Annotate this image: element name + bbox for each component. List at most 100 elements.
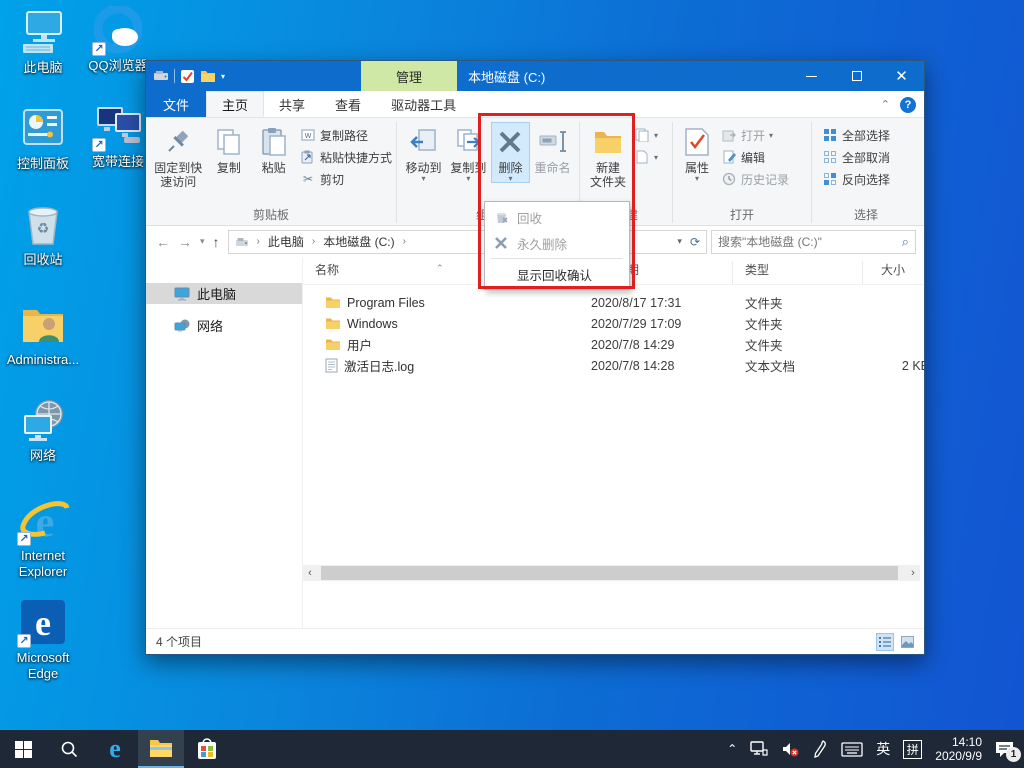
window-title: 本地磁盘 (C:) <box>468 69 546 85</box>
paste-shortcut-button[interactable]: 粘贴快捷方式 <box>300 147 392 167</box>
select-none-button[interactable]: 全部取消 <box>822 147 890 167</box>
clock-date: 2020/9/9 <box>935 749 982 763</box>
tray-chevron-up-icon[interactable]: ⌃ <box>727 742 737 756</box>
tab-file[interactable]: 文件 <box>146 91 207 117</box>
search-box[interactable]: ⌕ <box>711 229 916 254</box>
back-icon[interactable]: ← <box>156 234 170 250</box>
new-item-button[interactable]: ▾ <box>634 147 658 167</box>
tab-drive-tools[interactable]: 驱动器工具 <box>376 91 471 117</box>
help-icon[interactable]: ? <box>900 96 916 113</box>
delete-button[interactable]: 删除 ▾ <box>490 122 531 183</box>
search-input[interactable] <box>718 234 902 249</box>
menu-item-permanent-delete[interactable]: 永久删除 <box>485 230 629 256</box>
group-open: 属性 ▾ 打开 ▾ 编辑 历史记录 打开 <box>673 120 811 225</box>
file-row[interactable]: 用户 2020/7/8 14:29 文件夹 <box>303 334 924 355</box>
desktop-icon-this-pc[interactable]: 此电脑 <box>0 8 86 76</box>
scrollbar-thumb[interactable] <box>321 566 898 580</box>
action-center-icon[interactable]: 1 <box>995 741 1021 762</box>
file-row[interactable]: Program Files 2020/8/17 17:31 文件夹 <box>303 292 924 313</box>
volume-muted-icon[interactable] <box>781 741 799 757</box>
maximize-button[interactable] <box>834 61 879 91</box>
history-button[interactable]: 历史记录 <box>721 169 789 189</box>
move-to-button[interactable]: 移动到 ▾ <box>401 122 446 183</box>
breadcrumb-this-pc[interactable]: 此电脑 <box>268 233 304 250</box>
rename-button[interactable]: 重命名 <box>530 122 575 175</box>
minimize-button[interactable] <box>789 61 834 91</box>
taskbar-edge-button[interactable]: e <box>92 730 138 768</box>
address-field[interactable]: › 此电脑 › 本地磁盘 (C:) › ▾ ⟳ <box>227 229 707 254</box>
cut-icon: ✂ <box>302 172 314 186</box>
tab-share[interactable]: 共享 <box>264 91 320 117</box>
network-tray-icon[interactable] <box>750 741 768 757</box>
network-icon <box>19 396 67 444</box>
taskbar-explorer-button[interactable] <box>138 730 184 768</box>
paste-button[interactable]: 粘贴 <box>251 122 296 175</box>
desktop-icon-control-panel[interactable]: 控制面板 <box>0 104 86 172</box>
ime-pinyin-indicator[interactable]: 拼 <box>903 739 923 759</box>
cut-button[interactable]: ✂ 剪切 <box>300 169 392 189</box>
edit-button[interactable]: 编辑 <box>721 147 789 167</box>
large-icons-view-button[interactable] <box>898 633 916 651</box>
status-bar: 4 个项目 <box>146 628 924 654</box>
desktop-icon-network[interactable]: 网络 <box>0 396 86 464</box>
search-icon[interactable]: ⌕ <box>902 234 909 250</box>
copy-path-button[interactable]: W 复制路径 <box>300 125 392 145</box>
forward-icon[interactable]: → <box>178 234 192 250</box>
scroll-left-icon[interactable]: ‹ <box>303 567 317 579</box>
details-view-button[interactable] <box>876 633 894 651</box>
file-row[interactable]: Windows 2020/7/29 17:09 文件夹 <box>303 313 924 334</box>
desktop-icon-microsoft-edge[interactable]: e ↗ Microsoft Edge <box>0 598 86 682</box>
breadcrumb-local-disk[interactable]: 本地磁盘 (C:) <box>323 233 394 250</box>
shortcut-arrow-icon: ↗ <box>17 532 31 546</box>
new-folder-icon <box>592 126 624 158</box>
new-folder-quick-icon[interactable] <box>200 69 216 83</box>
menu-item-show-recycle-confirmation[interactable]: 显示回收确认 <box>485 261 629 287</box>
taskbar-clock[interactable]: 14:10 2020/9/9 <box>935 735 982 763</box>
address-history-caret-icon[interactable]: ▾ <box>677 236 682 247</box>
network-small-icon <box>174 319 190 333</box>
pin-to-quick-access-button[interactable]: 固定到快 速访问 <box>150 122 206 189</box>
scroll-right-icon[interactable]: › <box>906 567 920 579</box>
nav-item-network[interactable]: 网络 <box>146 315 302 336</box>
invert-selection-icon <box>822 171 838 187</box>
file-row[interactable]: 激活日志.log 2020/7/8 14:28 文本文档 2 KB <box>303 355 924 376</box>
copy-to-button[interactable]: 复制到 ▾ <box>446 122 491 183</box>
column-header-type[interactable]: 类型 <box>733 261 863 284</box>
collapse-ribbon-icon[interactable]: ⌃ <box>881 98 890 111</box>
menu-item-recycle[interactable]: 回收 <box>485 204 629 230</box>
pen-tray-icon[interactable] <box>812 740 828 758</box>
refresh-icon[interactable]: ⟳ <box>690 235 700 249</box>
desktop-icon-recycle-bin[interactable]: ♻ 回收站 <box>0 200 86 268</box>
svg-text:♻: ♻ <box>37 220 50 236</box>
desktop-icon-internet-explorer[interactable]: e ↗ Internet Explorer <box>0 496 86 580</box>
manage-contextual-tab[interactable]: 管理 <box>361 61 457 91</box>
group-select: 全部选择 全部取消 反向选择 选择 <box>812 120 920 225</box>
desktop-icon-admin-folder[interactable]: Administra... <box>0 300 86 368</box>
taskbar-store-button[interactable] <box>184 730 230 768</box>
column-header-size[interactable]: 大小 <box>863 261 924 284</box>
touch-keyboard-icon[interactable] <box>841 741 863 757</box>
start-button[interactable] <box>0 730 46 768</box>
desktop-icon-label: 此电脑 <box>23 60 63 75</box>
taskbar-search-button[interactable] <box>46 730 92 768</box>
easy-access-button[interactable]: ▾ <box>634 125 658 145</box>
nav-item-this-pc[interactable]: 此电脑 <box>146 283 302 304</box>
desktop-icon-label: 回收站 <box>23 252 63 267</box>
tab-view[interactable]: 查看 <box>320 91 376 117</box>
copy-button[interactable]: 复制 <box>206 122 251 175</box>
open-button[interactable]: 打开 ▾ <box>721 125 789 145</box>
shortcut-arrow-icon: ↗ <box>92 42 106 56</box>
close-button[interactable]: ✕ <box>879 61 924 91</box>
horizontal-scrollbar[interactable]: ‹ › <box>303 565 920 581</box>
ime-language-indicator[interactable]: 英 <box>876 739 890 759</box>
qat-customize-caret-icon[interactable]: ▾ <box>221 72 225 80</box>
up-icon[interactable]: ↑ <box>213 234 220 250</box>
invert-selection-button[interactable]: 反向选择 <box>822 169 890 189</box>
select-all-button[interactable]: 全部选择 <box>822 125 890 145</box>
recent-locations-caret-icon[interactable]: ▾ <box>200 236 205 247</box>
properties-quick-icon[interactable] <box>180 69 195 84</box>
tab-home[interactable]: 主页 <box>206 91 265 117</box>
new-folder-button[interactable]: 新建 文件夹 <box>584 122 632 189</box>
properties-button[interactable]: 属性 ▾ <box>677 122 717 183</box>
svg-text:W: W <box>305 133 312 140</box>
